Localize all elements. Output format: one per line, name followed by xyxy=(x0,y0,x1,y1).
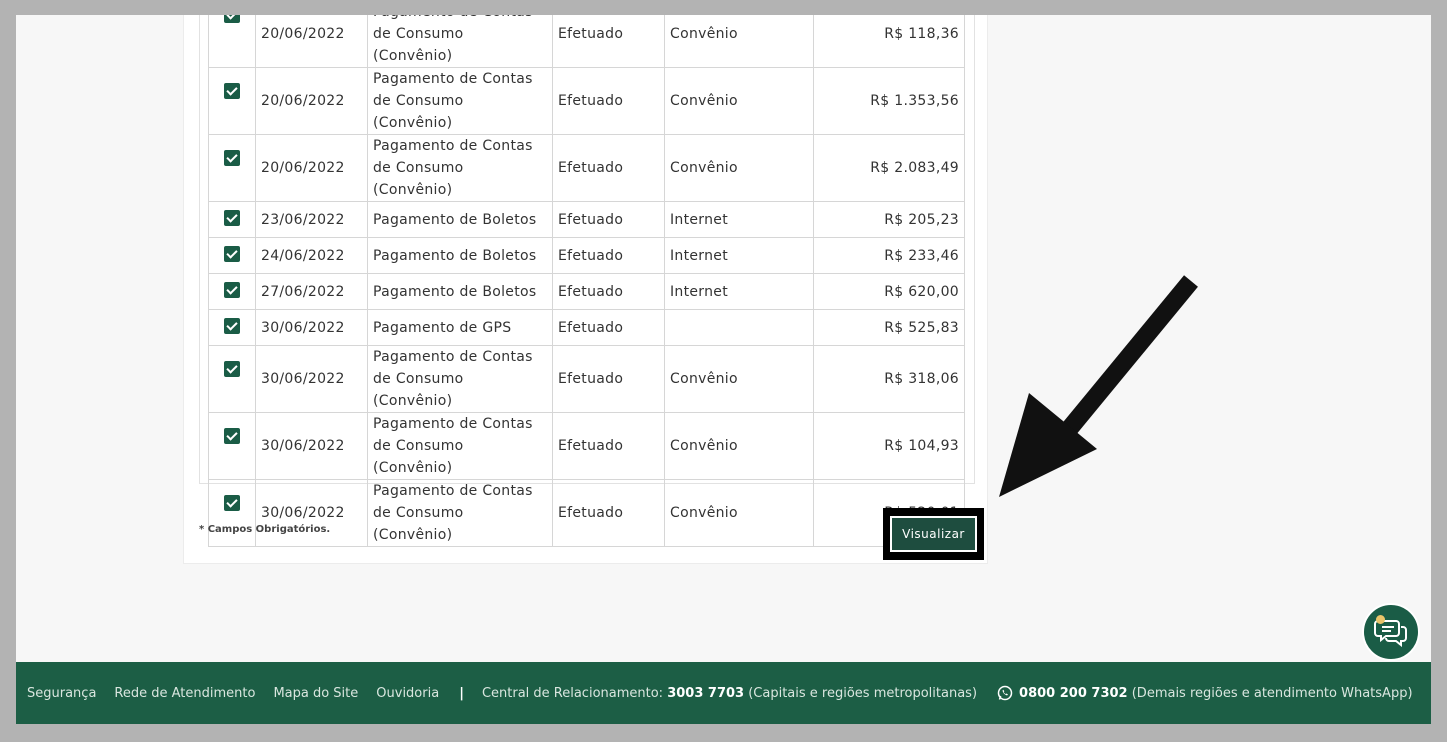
date-cell: 20/06/2022 xyxy=(255,67,368,135)
amount-cell: R$ 104,93 xyxy=(813,412,965,480)
row-checkbox-cell xyxy=(208,412,256,480)
status-cell: Efetuado xyxy=(552,479,665,547)
footer-link-security[interactable]: Segurança xyxy=(27,686,96,701)
status-cell: Efetuado xyxy=(552,67,665,135)
checkbox-checked-icon[interactable] xyxy=(224,210,240,226)
description-cell: Pagamento de Contas de Consumo (Convênio… xyxy=(367,67,553,135)
amount-cell: R$ 118,36 xyxy=(813,15,965,68)
description-cell: Pagamento de GPS xyxy=(367,309,553,346)
page-frame: 20/06/2022Pagamento de Contas de Consumo… xyxy=(16,15,1431,724)
date-cell: 20/06/2022 xyxy=(255,15,368,68)
description-cell: Pagamento de Contas de Consumo (Convênio… xyxy=(367,479,553,547)
row-checkbox-cell xyxy=(208,479,256,547)
description-cell: Pagamento de Boletos xyxy=(367,237,553,274)
table-row: 23/06/2022 Pagamento de Boletos Efetuado In… xyxy=(208,201,965,238)
footer-link-ombudsman[interactable]: Ouvidoria xyxy=(376,686,439,701)
row-checkbox-cell xyxy=(208,67,256,135)
amount-cell: R$ 1.353,56 xyxy=(813,67,965,135)
amount-cell: R$ 2.083,49 xyxy=(813,134,965,202)
channel-cell: Convênio xyxy=(664,479,814,547)
date-cell: 30/06/2022 xyxy=(255,412,368,480)
status-cell: Efetuado xyxy=(552,237,665,274)
footer-link-sitemap[interactable]: Mapa do Site xyxy=(273,686,358,701)
date-cell: 24/06/2022 xyxy=(255,237,368,274)
date-cell: 30/06/2022 xyxy=(255,345,368,413)
row-checkbox-cell xyxy=(208,309,256,346)
checkbox-checked-icon[interactable] xyxy=(224,246,240,262)
channel-cell: Convênio xyxy=(664,412,814,480)
central-label: Central de Relacionamento: xyxy=(481,685,664,701)
row-checkbox-cell xyxy=(208,201,256,238)
checkbox-checked-icon[interactable] xyxy=(224,15,240,23)
channel-cell: Internet xyxy=(664,237,814,274)
description-cell: Pagamento de Contas de Consumo (Convênio… xyxy=(367,345,553,413)
channel-cell: Convênio xyxy=(664,345,814,413)
status-cell: Efetuado xyxy=(552,273,665,310)
row-checkbox-cell xyxy=(208,237,256,274)
notification-dot xyxy=(1376,615,1385,624)
channel-cell: Internet xyxy=(664,201,814,238)
table-row: 30/06/2022 Pagamento de GPS Efetuado R$ 525… xyxy=(208,309,965,346)
description-cell: Pagamento de Boletos xyxy=(367,201,553,238)
whatsapp-icon xyxy=(997,685,1013,701)
transactions-table: 20/06/2022Pagamento de Contas de Consumo… xyxy=(208,15,965,547)
status-cell: Efetuado xyxy=(552,134,665,202)
table-row: 30/06/2022 Pagamento de Contas de Consumo… xyxy=(208,345,965,413)
checkbox-checked-icon[interactable] xyxy=(224,361,240,377)
footer-link-service-network[interactable]: Rede de Atendimento xyxy=(114,686,255,701)
row-checkbox-cell xyxy=(208,273,256,310)
channel-cell: Convênio xyxy=(664,67,814,135)
status-cell: Efetuado xyxy=(552,412,665,480)
table-row: 27/06/2022 Pagamento de Boletos Efetuado In… xyxy=(208,273,965,310)
amount-cell: R$ 525,83 xyxy=(813,309,965,346)
status-cell: Efetuado xyxy=(552,201,665,238)
table-row: 24/06/2022 Pagamento de Boletos Efetuado In… xyxy=(208,237,965,274)
table-row: 20/06/2022Pagamento de Contas de Consumo… xyxy=(208,15,965,68)
table-row: 30/06/2022 Pagamento de Contas de Consumo… xyxy=(208,479,965,547)
whatsapp-note: (Demais regiões e atendimento WhatsApp) xyxy=(1131,685,1413,701)
footer: Segurança Rede de Atendimento Mapa do Si… xyxy=(16,662,1431,724)
checkbox-checked-icon[interactable] xyxy=(224,150,240,166)
required-fields-note: * Campos Obrigatórios. xyxy=(199,524,331,535)
amount-cell: R$ 205,23 xyxy=(813,201,965,238)
date-cell: 30/06/2022 xyxy=(255,309,368,346)
table-row: 20/06/2022Pagamento de Contas de Consumo… xyxy=(208,134,965,202)
row-checkbox-cell xyxy=(208,15,256,68)
date-cell: 30/06/2022 xyxy=(255,479,368,547)
central-phone: 3003 7703 xyxy=(667,685,745,701)
chat-button[interactable] xyxy=(1362,603,1420,661)
date-cell: 20/06/2022 xyxy=(255,134,368,202)
view-button[interactable]: Visualizar xyxy=(890,516,977,552)
date-cell: 27/06/2022 xyxy=(255,273,368,310)
checkbox-checked-icon[interactable] xyxy=(224,282,240,298)
date-cell: 23/06/2022 xyxy=(255,201,368,238)
channel-cell: Convênio xyxy=(664,134,814,202)
footer-separator: | xyxy=(459,685,464,701)
arrow-annotation-icon xyxy=(999,275,1198,497)
status-cell: Efetuado xyxy=(552,345,665,413)
table-row: 30/06/2022 Pagamento de Contas de Consumo… xyxy=(208,412,965,480)
central-note: (Capitais e regiões metropolitanas) xyxy=(748,685,978,701)
status-cell: Efetuado xyxy=(552,15,665,68)
description-cell: Pagamento de Contas de Consumo (Convênio… xyxy=(367,15,553,68)
checkbox-checked-icon[interactable] xyxy=(224,83,240,99)
channel-cell: Internet xyxy=(664,273,814,310)
status-cell: Efetuado xyxy=(552,309,665,346)
channel-cell: Convênio xyxy=(664,15,814,68)
description-cell: Pagamento de Boletos xyxy=(367,273,553,310)
description-cell: Pagamento de Contas de Consumo (Convênio… xyxy=(367,134,553,202)
channel-cell xyxy=(664,309,814,346)
description-cell: Pagamento de Contas de Consumo (Convênio… xyxy=(367,412,553,480)
row-checkbox-cell xyxy=(208,345,256,413)
checkbox-checked-icon[interactable] xyxy=(224,428,240,444)
amount-cell: R$ 318,06 xyxy=(813,345,965,413)
table-row: 20/06/2022Pagamento de Contas de Consumo… xyxy=(208,67,965,135)
checkbox-checked-icon[interactable] xyxy=(224,318,240,334)
whatsapp-phone: 0800 200 7302 xyxy=(1019,685,1128,701)
row-checkbox-cell xyxy=(208,134,256,202)
amount-cell: R$ 233,46 xyxy=(813,237,965,274)
amount-cell: R$ 620,00 xyxy=(813,273,965,310)
checkbox-checked-icon[interactable] xyxy=(224,495,240,511)
